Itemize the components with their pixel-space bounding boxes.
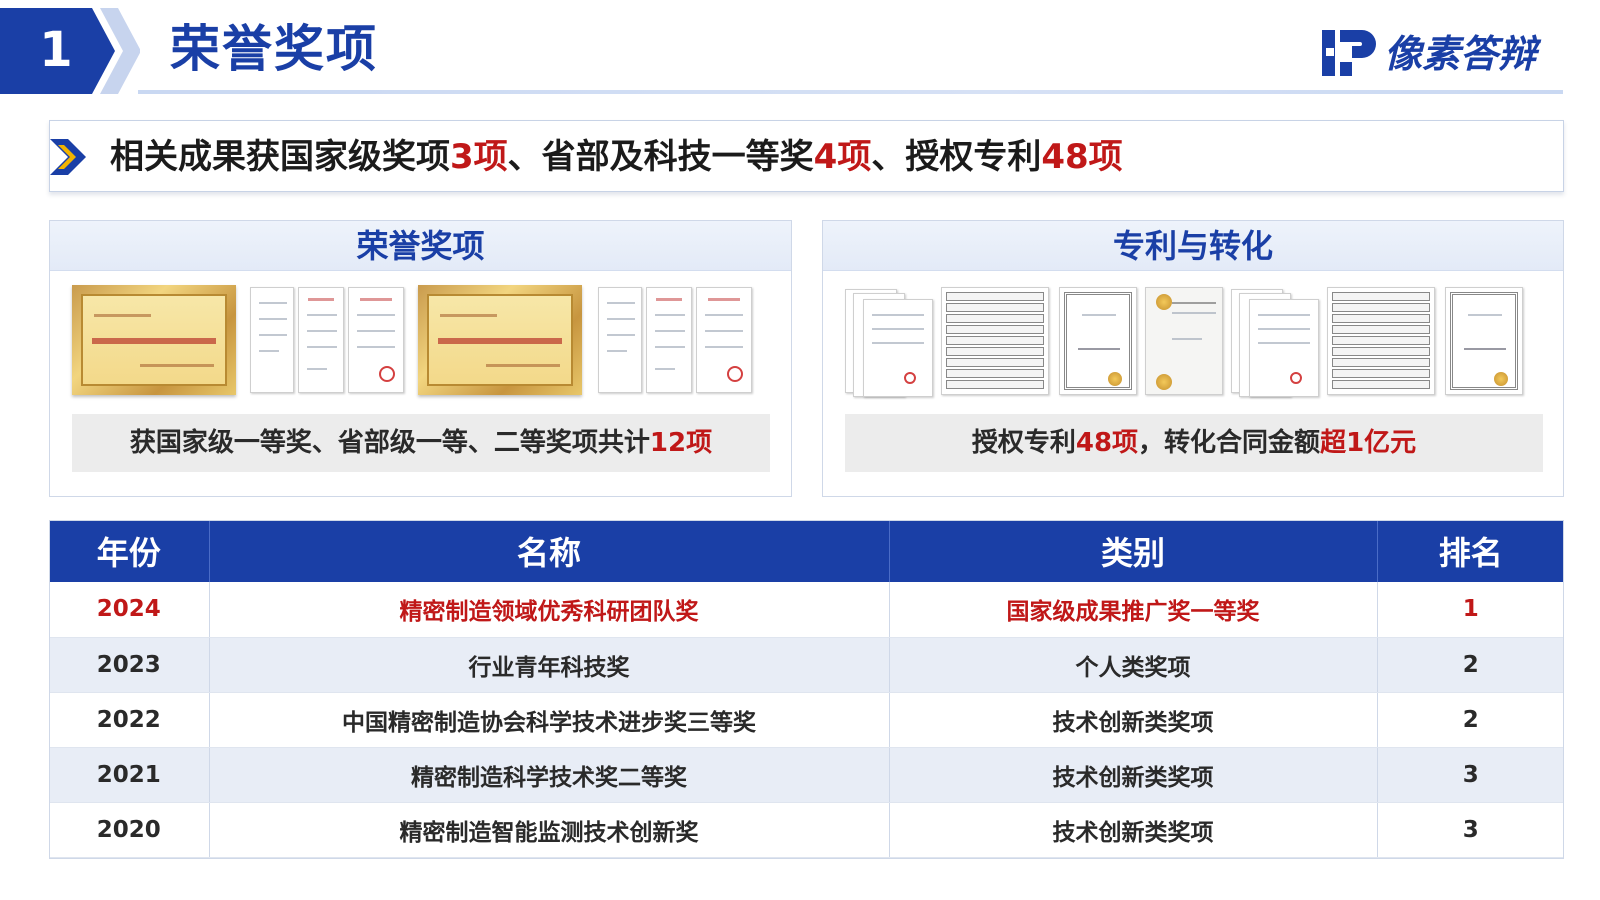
certificate-image xyxy=(1445,287,1523,395)
patents-caption-count: 48项 xyxy=(1075,428,1139,458)
logo-mark-icon xyxy=(1322,30,1376,76)
page-title: 荣誉奖项 xyxy=(170,20,378,78)
cell-year: 2020 xyxy=(49,802,210,858)
cell-rank: 2 xyxy=(1377,692,1564,748)
summary-patent-count: 48项 xyxy=(1041,137,1123,177)
award-plaque-image xyxy=(72,285,236,395)
cell-category: 个人类奖项 xyxy=(889,637,1378,693)
column-header-category: 类别 xyxy=(889,520,1378,582)
awards-panel: 荣誉奖项 获国家级一等奖、省部级一等、二等奖项共计12项 xyxy=(49,220,792,497)
cell-name: 中国精密制造协会科学技术进步奖三等奖 xyxy=(209,692,890,748)
certificate-image xyxy=(1145,287,1223,395)
cell-rank: 3 xyxy=(1377,747,1564,803)
table-row: 2020 精密制造智能监测技术创新奖 技术创新类奖项 3 xyxy=(49,802,1564,858)
certificate-image xyxy=(696,287,752,393)
cell-rank: 1 xyxy=(1377,582,1564,638)
certificate-image xyxy=(250,287,294,393)
awards-table: 年份 名称 类别 排名 2024 精密制造领域优秀科研团队奖 国家级成果推广奖一… xyxy=(49,520,1564,858)
awards-caption: 获国家级一等奖、省部级一等、二等奖项共计12项 xyxy=(72,414,770,472)
summary-provincial-count: 4项 xyxy=(813,137,872,177)
certificate-image xyxy=(298,287,344,393)
summary-text: 相关成果获国家级奖项3项、省部及科技一等奖4项、授权专利48项 xyxy=(110,121,1123,193)
awards-panel-title: 荣誉奖项 xyxy=(50,221,791,271)
patent-list-image xyxy=(1327,287,1435,395)
patents-panel: 专利与转化 授权专利48项，转化合同金额超1亿元 xyxy=(822,220,1564,497)
awards-caption-count: 12项 xyxy=(649,428,713,458)
summary-national-count: 3项 xyxy=(450,137,508,177)
brand-logo: 像素答辩 xyxy=(1322,26,1562,82)
summary-part-2: 、省部及科技一等奖 xyxy=(507,137,814,177)
certificate-image xyxy=(348,287,404,393)
cell-year: 2023 xyxy=(49,637,210,693)
cell-year: 2024 xyxy=(49,582,210,638)
patents-caption: 授权专利48项，转化合同金额超1亿元 xyxy=(845,414,1543,472)
column-header-rank: 排名 xyxy=(1377,520,1564,582)
column-header-name: 名称 xyxy=(209,520,890,582)
column-header-year: 年份 xyxy=(49,520,210,582)
chevron-right-icon xyxy=(50,139,86,175)
patents-caption-text-1: 授权专利 xyxy=(971,428,1076,458)
table-row: 2021 精密制造科学技术奖二等奖 技术创新类奖项 3 xyxy=(49,747,1564,803)
cell-year: 2022 xyxy=(49,692,210,748)
patents-panel-title: 专利与转化 xyxy=(823,221,1563,271)
section-number: 1 xyxy=(39,22,73,78)
table-row: 2022 中国精密制造协会科学技术进步奖三等奖 技术创新类奖项 2 xyxy=(49,692,1564,748)
patents-caption-amount: 超1亿元 xyxy=(1320,428,1417,458)
cell-name: 精密制造领域优秀科研团队奖 xyxy=(209,582,890,638)
certificate-image xyxy=(646,287,692,393)
summary-part-3: 、授权专利 xyxy=(871,137,1042,177)
patent-document-image xyxy=(863,299,933,397)
summary-part-1: 相关成果获国家级奖项 xyxy=(110,137,450,177)
cell-year: 2021 xyxy=(49,747,210,803)
cell-category: 国家级成果推广奖一等奖 xyxy=(889,582,1378,638)
cell-category: 技术创新类奖项 xyxy=(889,692,1378,748)
award-plaque-image xyxy=(418,285,582,395)
table-header-row: 年份 名称 类别 排名 xyxy=(49,520,1564,582)
cell-rank: 3 xyxy=(1377,802,1564,858)
logo-text: 像素答辩 xyxy=(1384,32,1537,76)
cell-name: 精密制造智能监测技术创新奖 xyxy=(209,802,890,858)
cell-category: 技术创新类奖项 xyxy=(889,747,1378,803)
patent-list-image xyxy=(941,287,1049,395)
header-divider xyxy=(138,90,1563,94)
summary-banner: 相关成果获国家级奖项3项、省部及科技一等奖4项、授权专利48项 xyxy=(49,120,1564,192)
certificate-image xyxy=(1059,287,1137,395)
cell-rank: 2 xyxy=(1377,637,1564,693)
patent-document-image xyxy=(1249,299,1319,397)
cell-category: 技术创新类奖项 xyxy=(889,802,1378,858)
cell-name: 行业青年科技奖 xyxy=(209,637,890,693)
table-row: 2023 行业青年科技奖 个人类奖项 2 xyxy=(49,637,1564,693)
cell-name: 精密制造科学技术奖二等奖 xyxy=(209,747,890,803)
patents-caption-text-2: ，转化合同金额 xyxy=(1138,428,1321,458)
table-row: 2024 精密制造领域优秀科研团队奖 国家级成果推广奖一等奖 1 xyxy=(49,582,1564,638)
awards-caption-text: 获国家级一等奖、省部级一等、二等奖项共计 xyxy=(129,428,650,458)
certificate-image xyxy=(598,287,642,393)
